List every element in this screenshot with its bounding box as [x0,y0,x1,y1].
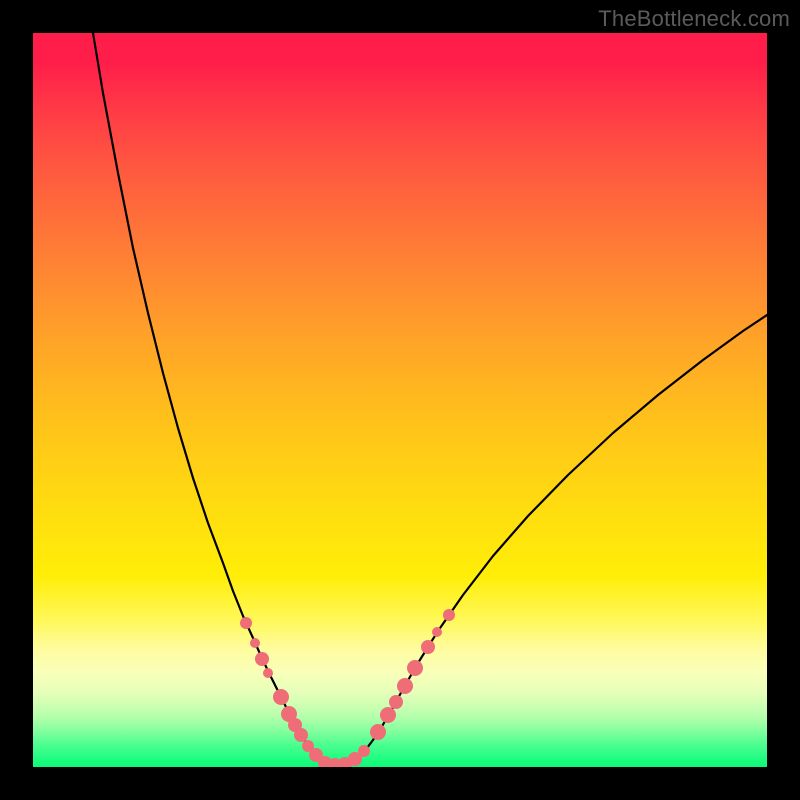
data-marker [432,627,442,637]
curve-svg [33,33,767,767]
data-marker [250,638,260,648]
data-marker [397,678,413,694]
markers-group [240,609,455,767]
data-marker [255,652,269,666]
data-marker [273,689,289,705]
outer-frame: TheBottleneck.com [0,0,800,800]
watermark-text: TheBottleneck.com [598,6,790,32]
data-marker [358,745,370,757]
data-marker [443,609,455,621]
data-marker [421,640,435,654]
data-marker [407,660,423,676]
data-marker [389,695,403,709]
data-marker [294,728,308,742]
data-marker [240,617,252,629]
data-marker [380,707,396,723]
curve-left [93,33,338,766]
plot-area [33,33,767,767]
data-marker [263,668,273,678]
curve-right [338,315,767,766]
data-marker [370,724,386,740]
